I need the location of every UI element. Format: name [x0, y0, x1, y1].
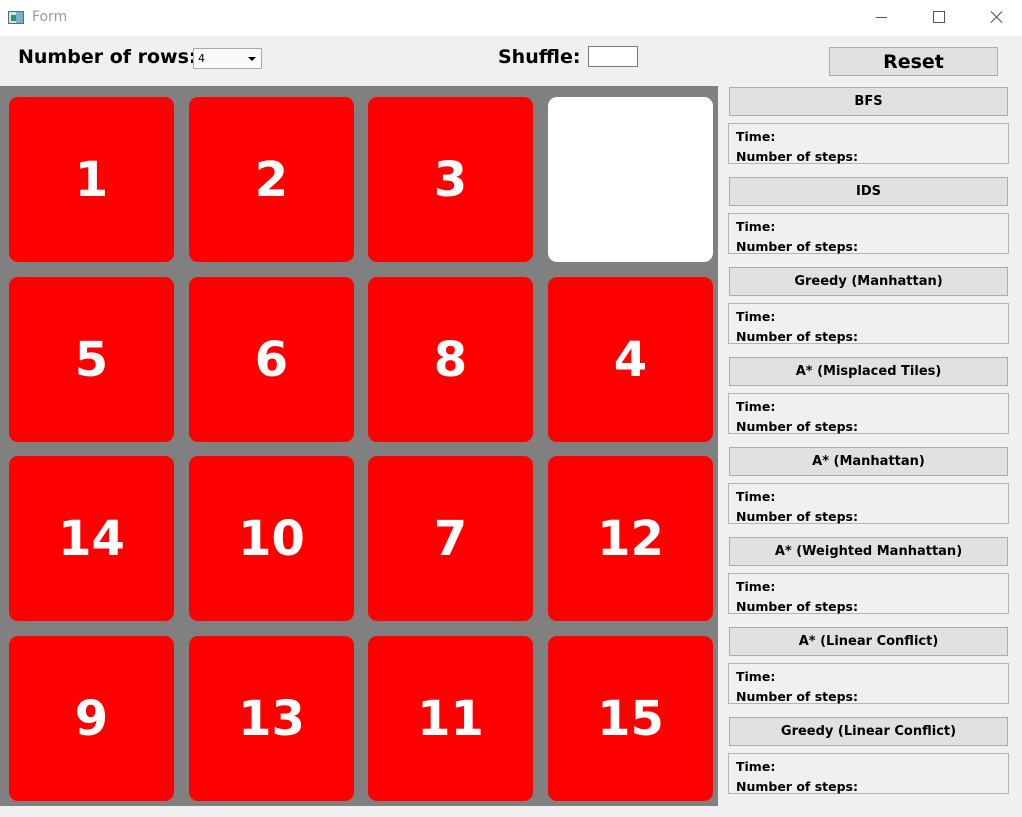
- time-label: Time:: [736, 129, 776, 144]
- algo-button-ids[interactable]: IDS: [729, 177, 1008, 206]
- window-title: Form: [32, 9, 68, 25]
- result-box-ids: Time: Number of steps:: [728, 213, 1009, 254]
- time-label: Time:: [736, 399, 776, 414]
- steps-label: Number of steps:: [736, 779, 858, 794]
- algo-button-greedy-linear-conflict[interactable]: Greedy (Linear Conflict): [729, 717, 1008, 746]
- rows-select[interactable]: 4: [193, 48, 262, 69]
- tile-8[interactable]: 8: [368, 277, 533, 442]
- steps-label: Number of steps:: [736, 599, 858, 614]
- tile-blank[interactable]: [548, 97, 713, 262]
- tile-13[interactable]: 13: [189, 636, 354, 801]
- algo-button-a-weighted-manhattan[interactable]: A* (Weighted Manhattan): [729, 537, 1008, 566]
- chevron-down-icon: [248, 57, 256, 61]
- steps-label: Number of steps:: [736, 239, 858, 254]
- maximize-button[interactable]: [916, 0, 962, 34]
- result-box-a-weighted-manhattan: Time: Number of steps:: [728, 573, 1009, 614]
- time-label: Time:: [736, 309, 776, 324]
- shuffle-label: Shuffle:: [498, 46, 581, 68]
- result-box-a-linear-conflict: Time: Number of steps:: [728, 663, 1009, 704]
- app-window: Form Number of rows: 4 Shuffle: Reset 12…: [0, 0, 1022, 817]
- tile-6[interactable]: 6: [189, 277, 354, 442]
- result-box-greedy-linear-conflict: Time: Number of steps:: [728, 753, 1009, 794]
- tile-5[interactable]: 5: [9, 277, 174, 442]
- title-bar[interactable]: Form: [0, 0, 1022, 36]
- app-icon: [8, 11, 24, 24]
- steps-label: Number of steps:: [736, 329, 858, 344]
- close-icon: [990, 10, 1004, 24]
- rows-label: Number of rows:: [18, 46, 197, 68]
- result-box-a-misplaced-tiles: Time: Number of steps:: [728, 393, 1009, 434]
- result-box-a-manhattan: Time: Number of steps:: [728, 483, 1009, 524]
- time-label: Time:: [736, 669, 776, 684]
- tile-9[interactable]: 9: [9, 636, 174, 801]
- steps-label: Number of steps:: [736, 509, 858, 524]
- tile-12[interactable]: 12: [548, 456, 713, 621]
- algo-button-a-manhattan[interactable]: A* (Manhattan): [729, 447, 1008, 476]
- tile-3[interactable]: 3: [368, 97, 533, 262]
- tile-15[interactable]: 15: [548, 636, 713, 801]
- close-button[interactable]: [974, 0, 1020, 34]
- reset-button[interactable]: Reset: [829, 47, 998, 76]
- result-box-bfs: Time: Number of steps:: [728, 123, 1009, 164]
- tile-1[interactable]: 1: [9, 97, 174, 262]
- minimize-button[interactable]: [858, 0, 904, 34]
- algo-button-greedy-manhattan[interactable]: Greedy (Manhattan): [729, 267, 1008, 296]
- algo-button-a-misplaced-tiles[interactable]: A* (Misplaced Tiles): [729, 357, 1008, 386]
- minimize-icon: [875, 16, 887, 18]
- steps-label: Number of steps:: [736, 689, 858, 704]
- puzzle-board: 1 2 3 5 6 8 4 14 10 7 12 9 13 11 15: [0, 86, 718, 806]
- algo-button-bfs[interactable]: BFS: [729, 87, 1008, 116]
- tile-10[interactable]: 10: [189, 456, 354, 621]
- time-label: Time:: [736, 579, 776, 594]
- time-label: Time:: [736, 219, 776, 234]
- tile-14[interactable]: 14: [9, 456, 174, 621]
- tile-4[interactable]: 4: [548, 277, 713, 442]
- time-label: Time:: [736, 759, 776, 774]
- tile-7[interactable]: 7: [368, 456, 533, 621]
- steps-label: Number of steps:: [736, 419, 858, 434]
- algo-button-a-linear-conflict[interactable]: A* (Linear Conflict): [729, 627, 1008, 656]
- steps-label: Number of steps:: [736, 149, 858, 164]
- time-label: Time:: [736, 489, 776, 504]
- result-box-greedy-manhattan: Time: Number of steps:: [728, 303, 1009, 344]
- rows-select-value: 4: [198, 52, 205, 65]
- maximize-icon: [933, 11, 945, 23]
- tile-2[interactable]: 2: [189, 97, 354, 262]
- shuffle-input[interactable]: [588, 46, 638, 67]
- tile-11[interactable]: 11: [368, 636, 533, 801]
- bottom-strip: [0, 806, 1022, 817]
